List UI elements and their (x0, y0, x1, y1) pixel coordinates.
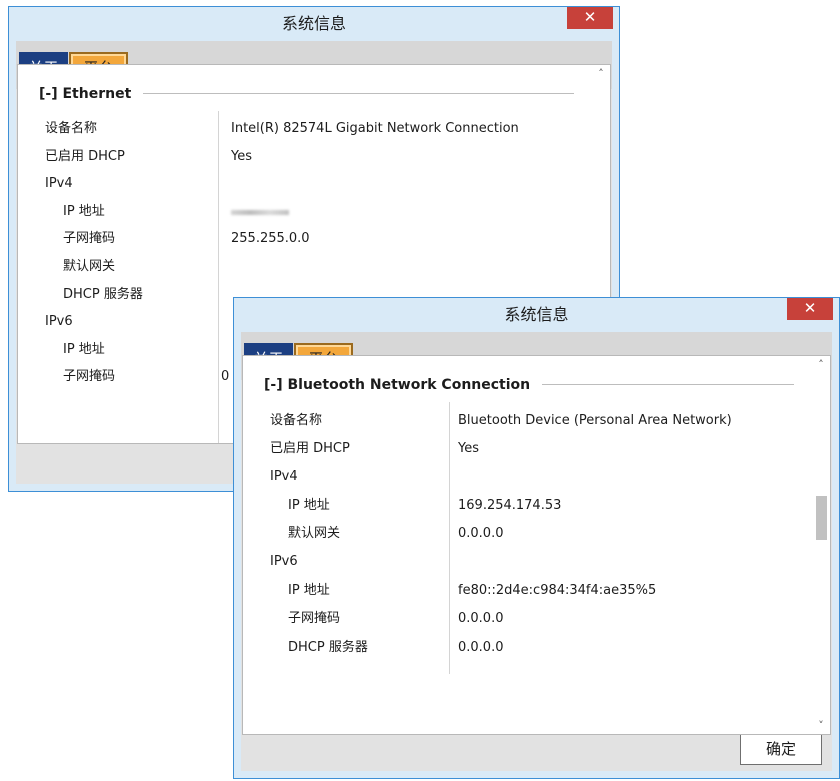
row-value: Yes (458, 441, 479, 456)
window-title: 系统信息 (504, 305, 569, 324)
row-value: 0.0.0.0 (458, 611, 504, 626)
row-label: 设备名称 (270, 413, 323, 428)
row-label: 已启用 DHCP (45, 149, 125, 164)
info-row: DHCP 服务器 0.0.0.0 (243, 636, 830, 660)
row-label: 子网掩码 (63, 369, 116, 384)
row-value: 255.255.0.0 (231, 231, 310, 246)
info-row: 设备名称 Intel(R) 82574L Gigabit Network Con… (18, 117, 610, 141)
row-value: 0 (221, 369, 230, 384)
info-panel: [-] Bluetooth Network Connection 设备名称 Bl… (242, 355, 831, 735)
row-label: IPv6 (270, 554, 298, 569)
title-bar[interactable]: 系统信息 ✕ (234, 298, 839, 332)
row-label: 默认网关 (63, 259, 116, 274)
info-row: 子网掩码 0.0.0.0 (243, 607, 830, 631)
close-button[interactable]: ✕ (787, 298, 833, 320)
row-label: IP 地址 (288, 583, 330, 598)
window-title: 系统信息 (281, 14, 346, 33)
row-label: 默认网关 (288, 526, 341, 541)
section-header[interactable]: [-] Bluetooth Network Connection (264, 374, 794, 394)
row-label: 已启用 DHCP (270, 441, 350, 456)
info-row: 已启用 DHCP Yes (243, 437, 830, 461)
info-row: 子网掩码 255.255.0.0 (18, 227, 610, 251)
row-label: IPv4 (45, 176, 73, 191)
info-row: 默认网关 0.0.0.0 (243, 522, 830, 546)
info-row: IP 地址 (18, 200, 610, 224)
row-value: 0.0.0.0 (458, 640, 504, 655)
row-label: IP 地址 (288, 498, 330, 513)
row-label: DHCP 服务器 (63, 287, 143, 302)
row-label: DHCP 服务器 (288, 640, 368, 655)
row-label: IP 地址 (63, 204, 105, 219)
vertical-scrollbar[interactable]: ˄ ˅ (812, 356, 830, 734)
info-row: 默认网关 (18, 255, 610, 279)
row-value: Yes (231, 149, 252, 164)
chevron-up-icon[interactable]: ˄ (812, 358, 830, 371)
blurred-value (231, 200, 289, 224)
row-value: Intel(R) 82574L Gigabit Network Connecti… (231, 121, 519, 136)
row-label: 设备名称 (45, 121, 98, 136)
row-value: fe80::2d4e:c984:34f4:ae35%5 (458, 583, 657, 598)
info-row: 已启用 DHCP Yes (18, 145, 610, 169)
title-bar[interactable]: 系统信息 ✕ (9, 7, 619, 41)
ok-button[interactable]: 确定 (740, 733, 822, 765)
scrollbar-thumb[interactable] (816, 496, 827, 540)
info-row: IPv6 (243, 550, 830, 574)
row-label: IP 地址 (63, 342, 105, 357)
row-label: 子网掩码 (63, 231, 116, 246)
chevron-down-icon[interactable]: ˅ (812, 719, 830, 732)
section-title: [-] Ethernet (39, 86, 144, 102)
section-title: [-] Bluetooth Network Connection (264, 377, 543, 393)
info-row: IP 地址 169.254.174.53 (243, 494, 830, 518)
info-row: 设备名称 Bluetooth Device (Personal Area Net… (243, 409, 830, 433)
row-label: 子网掩码 (288, 611, 341, 626)
system-info-window-front: 系统信息 ✕ 关于 平台 确定 [-] Bluetooth Network Co… (233, 297, 840, 779)
row-label: IPv4 (270, 469, 298, 484)
section-header[interactable]: [-] Ethernet (39, 83, 574, 103)
chevron-up-icon[interactable]: ˄ (592, 67, 610, 80)
info-row: IP 地址 fe80::2d4e:c984:34f4:ae35%5 (243, 579, 830, 603)
info-row: IPv4 (18, 172, 610, 196)
close-button[interactable]: ✕ (567, 7, 613, 29)
row-value: 0.0.0.0 (458, 526, 504, 541)
row-value: Bluetooth Device (Personal Area Network) (458, 413, 732, 428)
info-row: IPv4 (243, 465, 830, 489)
row-value: 169.254.174.53 (458, 498, 562, 513)
row-label: IPv6 (45, 314, 73, 329)
